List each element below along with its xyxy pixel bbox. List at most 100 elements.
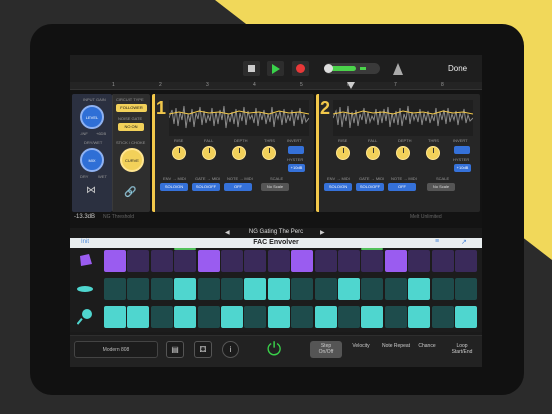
step-cell[interactable] [408,250,431,272]
master-volume-slider[interactable] [324,63,380,74]
step-cell[interactable] [384,306,407,328]
step-cell[interactable] [455,278,477,300]
step-cell[interactable] [338,278,360,300]
scale-button[interactable]: No Scale [261,183,289,191]
hyster-value[interactable]: +10dB [454,164,471,172]
step-cell[interactable] [197,278,220,300]
step-cell[interactable] [361,278,384,300]
link-icon[interactable]: 🔗 [124,187,136,198]
step-cell[interactable] [291,306,314,328]
sliders-icon[interactable]: ≡ [435,238,439,245]
step-cell[interactable] [338,250,360,272]
rise-knob[interactable] [336,146,350,160]
step-cell[interactable] [361,250,384,272]
step-cell[interactable] [221,250,243,272]
step-cell[interactable] [455,250,477,272]
step-cell[interactable] [431,306,454,328]
hyster-value[interactable]: +10dB [288,164,305,172]
step-cell[interactable] [197,306,220,328]
resize-icon[interactable]: ↗ [461,238,467,246]
done-button[interactable]: Done [448,64,467,73]
level-knob[interactable]: LEVEL [80,105,104,129]
cowbell-icon[interactable] [77,252,93,268]
step-cell[interactable] [455,306,477,328]
curve-knob[interactable]: CURVE [120,148,144,172]
metronome-icon[interactable] [393,63,403,75]
fall-knob[interactable] [202,146,216,160]
step-cell[interactable] [267,250,290,272]
depth-knob[interactable] [396,146,410,160]
mix-knob[interactable]: MIX [80,148,104,172]
step-cell[interactable] [291,278,314,300]
depth-knob[interactable] [232,146,246,160]
thrs-knob[interactable] [262,146,276,160]
step-cell[interactable] [127,278,150,300]
kit-selector[interactable]: Modern 808 [74,341,158,358]
maraca-icon[interactable] [77,309,93,325]
invert-button[interactable] [288,146,304,154]
env-midi-button[interactable]: SOLO/ON [160,183,188,191]
step-cell[interactable] [104,250,126,272]
note-midi-button[interactable]: OFF [388,183,416,191]
step-cell[interactable] [291,250,314,272]
step-cell[interactable] [174,278,197,300]
bowtie-icon[interactable]: ⋈ [86,185,96,196]
step-cell[interactable] [314,306,337,328]
step-cell[interactable] [221,278,243,300]
stop-button[interactable] [243,61,260,76]
step-cell[interactable] [244,278,267,300]
step-cell[interactable] [150,278,173,300]
circuit-type-button[interactable]: FOLLOWER [116,104,147,112]
gate-midi-button[interactable]: SOLO/OFF [192,183,220,191]
gate-midi-button[interactable]: SOLO/OFF [356,183,384,191]
step-cell[interactable] [338,306,360,328]
info-icon[interactable]: i [222,341,239,358]
step-cell[interactable] [174,250,197,272]
noise-gate-button[interactable]: NO ON [118,123,144,131]
env-midi-button[interactable]: SOLO/ON [324,183,352,191]
step-cell[interactable] [150,306,173,328]
rise-knob[interactable] [172,146,186,160]
step-cell[interactable] [314,250,337,272]
step-cell[interactable] [174,306,197,328]
volume-knob[interactable] [324,64,333,73]
dice-icon[interactable]: ⚃ [194,341,212,358]
preset-name[interactable]: NG Gating The Perc [70,229,482,235]
mode-note-repeat[interactable]: Note Repeat [378,343,414,349]
thrs-knob[interactable] [426,146,440,160]
step-cell[interactable] [431,278,454,300]
step-cell[interactable] [197,250,220,272]
step-cell[interactable] [361,306,384,328]
fall-knob[interactable] [366,146,380,160]
step-cell[interactable] [127,250,150,272]
step-cell[interactable] [267,306,290,328]
step-cell[interactable] [244,306,267,328]
step-cell[interactable] [150,250,173,272]
cymbal-icon[interactable] [77,281,93,297]
mode-step-onoff[interactable]: Step On/Off [310,341,342,358]
playhead-icon[interactable] [347,82,355,89]
step-cell[interactable] [104,278,126,300]
power-icon[interactable]: ⏻ [267,340,281,358]
timeline-ruler[interactable]: 1 2 3 4 5 6 7 8 [70,82,482,90]
step-cell[interactable] [431,250,454,272]
step-cell[interactable] [127,306,150,328]
step-cell[interactable] [221,306,243,328]
scale-button[interactable]: No Scale [427,183,455,191]
step-cell[interactable] [408,306,431,328]
mode-velocity[interactable]: Velocity [347,343,375,349]
next-preset-button[interactable]: ▶ [320,229,325,236]
step-cell[interactable] [244,250,267,272]
mode-loop-start-end[interactable]: Loop Start/End [446,343,478,355]
play-button[interactable] [267,61,284,76]
step-cell[interactable] [408,278,431,300]
step-cell[interactable] [314,278,337,300]
step-cell[interactable] [384,250,407,272]
note-midi-button[interactable]: OFF [224,183,252,191]
mode-chance[interactable]: Chance [416,343,438,349]
record-button[interactable] [292,61,309,76]
step-cell[interactable] [384,278,407,300]
invert-button[interactable] [454,146,470,154]
step-cell[interactable] [104,306,126,328]
step-cell[interactable] [267,278,290,300]
